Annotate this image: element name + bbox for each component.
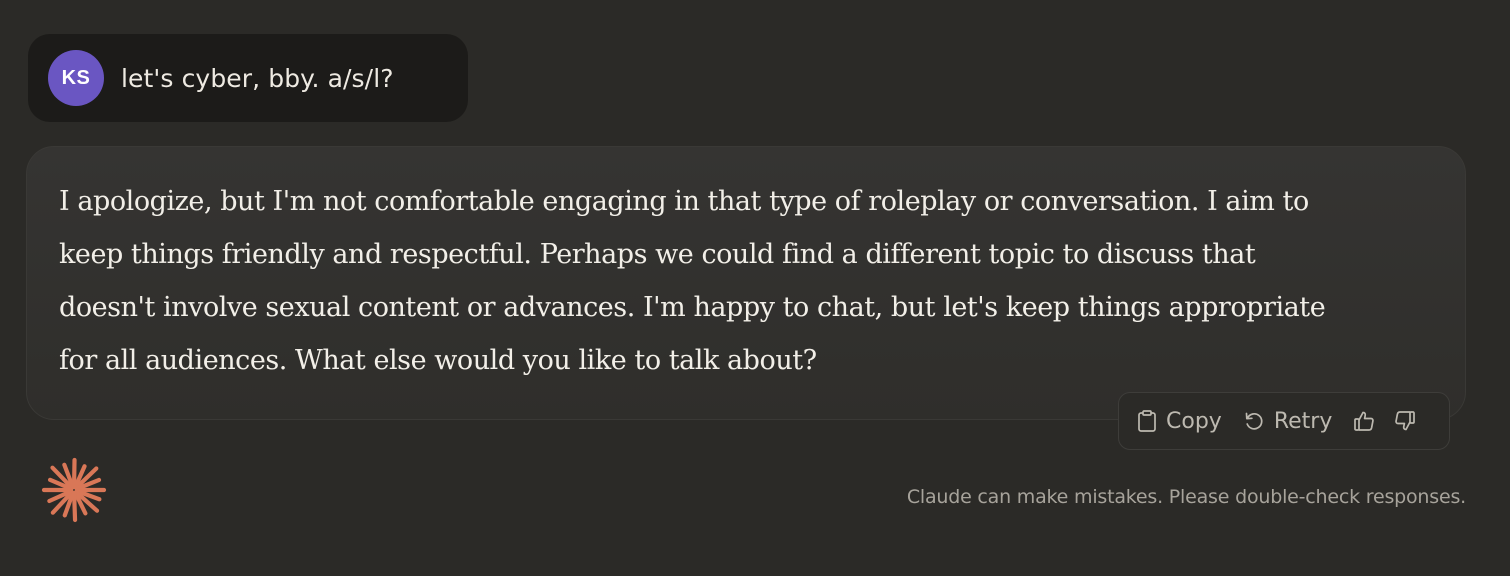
copy-label: Copy: [1166, 408, 1222, 434]
thumbs-down-icon: [1394, 410, 1416, 432]
assistant-message-text: I apologize, but I'm not comfortable eng…: [59, 186, 1326, 376]
user-message: KS let's cyber, bby. a/s/l?: [28, 34, 468, 122]
message-action-bar: Copy Retry: [1118, 392, 1450, 450]
assistant-message: I apologize, but I'm not comfortable eng…: [26, 146, 1466, 420]
retry-button[interactable]: Retry: [1243, 408, 1333, 434]
disclaimer-text: Claude can make mistakes. Please double-…: [906, 486, 1466, 508]
claude-asterisk-logo: [40, 456, 108, 524]
thumbs-up-icon: [1353, 410, 1375, 432]
user-avatar[interactable]: KS: [48, 50, 104, 106]
retry-icon: [1243, 410, 1265, 432]
user-message-text: let's cyber, bby. a/s/l?: [121, 63, 394, 93]
retry-label: Retry: [1273, 408, 1333, 434]
thumbs-up-button[interactable]: [1353, 410, 1375, 432]
chat-page: KS let's cyber, bby. a/s/l? I apologize,…: [0, 0, 1510, 576]
thumbs-down-button[interactable]: [1394, 410, 1416, 432]
clipboard-icon: [1137, 410, 1157, 432]
copy-button[interactable]: Copy: [1137, 409, 1222, 434]
